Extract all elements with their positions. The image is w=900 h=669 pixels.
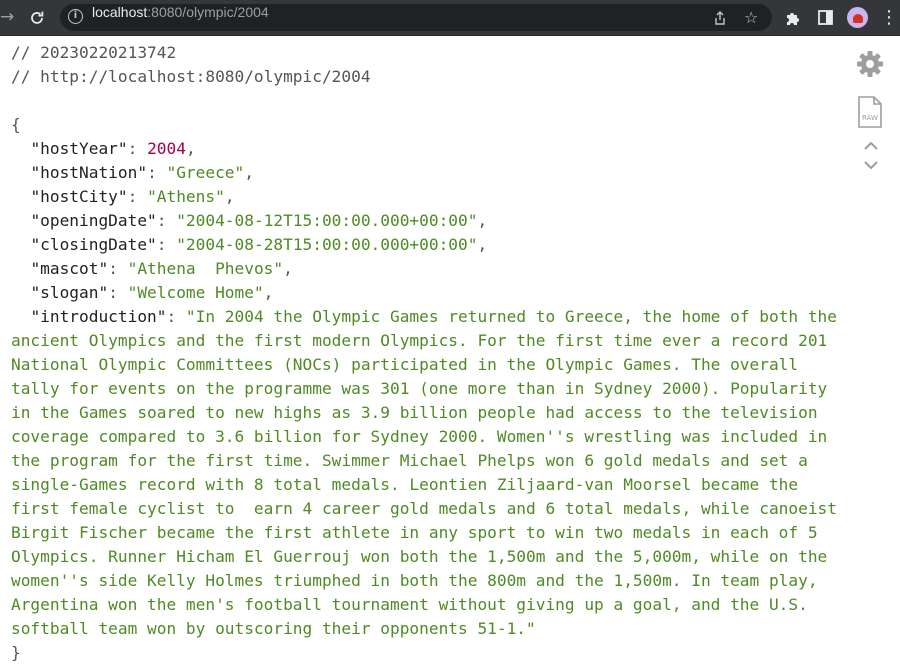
key-mascot: "mascot" (30, 259, 109, 278)
url-host: localhost (92, 4, 148, 20)
profile-avatar[interactable] (847, 7, 868, 28)
url-comment: // http://localhost:8080/olympic/2004 (11, 67, 371, 86)
avatar-glyph (853, 14, 863, 23)
value-hostYear: 2004 (147, 139, 186, 158)
extensions-button[interactable] (783, 0, 803, 35)
key-introduction: "introduction" (30, 307, 167, 326)
chrome-menu-icon[interactable]: ⋮ (880, 0, 898, 35)
site-info-icon[interactable]: i (68, 9, 83, 24)
forward-arrow-icon[interactable]: → (0, 0, 14, 35)
value-closingDate: "2004-08-28T15:00:00.000+00:00" (176, 235, 478, 254)
key-openingDate: "openingDate" (30, 211, 157, 230)
close-brace: } (11, 643, 21, 662)
value-openingDate: "2004-08-12T15:00:00.000+00:00" (176, 211, 478, 230)
key-hostCity: "hostCity" (30, 187, 128, 206)
json-document: // 20230220213742 // http://localhost:80… (11, 43, 847, 662)
share-icon[interactable] (713, 4, 727, 31)
timestamp-comment: // 20230220213742 (11, 43, 177, 62)
gear-icon[interactable] (856, 50, 884, 78)
value-introduction: "In 2004 the Olympic Games returned to G… (11, 307, 847, 638)
json-viewer: // 20230220213742 // http://localhost:80… (0, 36, 900, 669)
reload-icon (31, 11, 44, 24)
key-closingDate: "closingDate" (30, 235, 157, 254)
raw-view-icon[interactable]: RAW (857, 96, 883, 128)
url-text[interactable]: localhost:8080/olympic/2004 (92, 4, 269, 31)
value-hostCity: "Athens" (147, 187, 225, 206)
value-hostNation: "Greece" (166, 163, 245, 182)
browser-toolbar: → i localhost:8080/olympic/2004 ☆ ⋮ (0, 0, 900, 36)
value-mascot: "Athena Phevos" (127, 259, 284, 278)
bookmark-star-icon[interactable]: ☆ (744, 4, 758, 31)
open-brace: { (11, 115, 21, 134)
value-slogan: "Welcome Home" (127, 283, 264, 302)
key-hostNation: "hostNation" (30, 163, 148, 182)
url-path: :8080/olympic/2004 (147, 4, 269, 20)
share-icon-glyph (715, 11, 725, 25)
collapse-expand-icon[interactable] (862, 138, 880, 174)
side-panel-icon (817, 10, 833, 25)
puzzle-icon (787, 13, 799, 25)
key-hostYear: "hostYear" (30, 139, 128, 158)
side-panel-button[interactable] (815, 0, 835, 35)
reload-button[interactable] (26, 0, 48, 35)
key-slogan: "slogan" (30, 283, 109, 302)
raw-label: RAW (862, 114, 878, 122)
address-bar[interactable]: i localhost:8080/olympic/2004 ☆ (60, 4, 772, 31)
